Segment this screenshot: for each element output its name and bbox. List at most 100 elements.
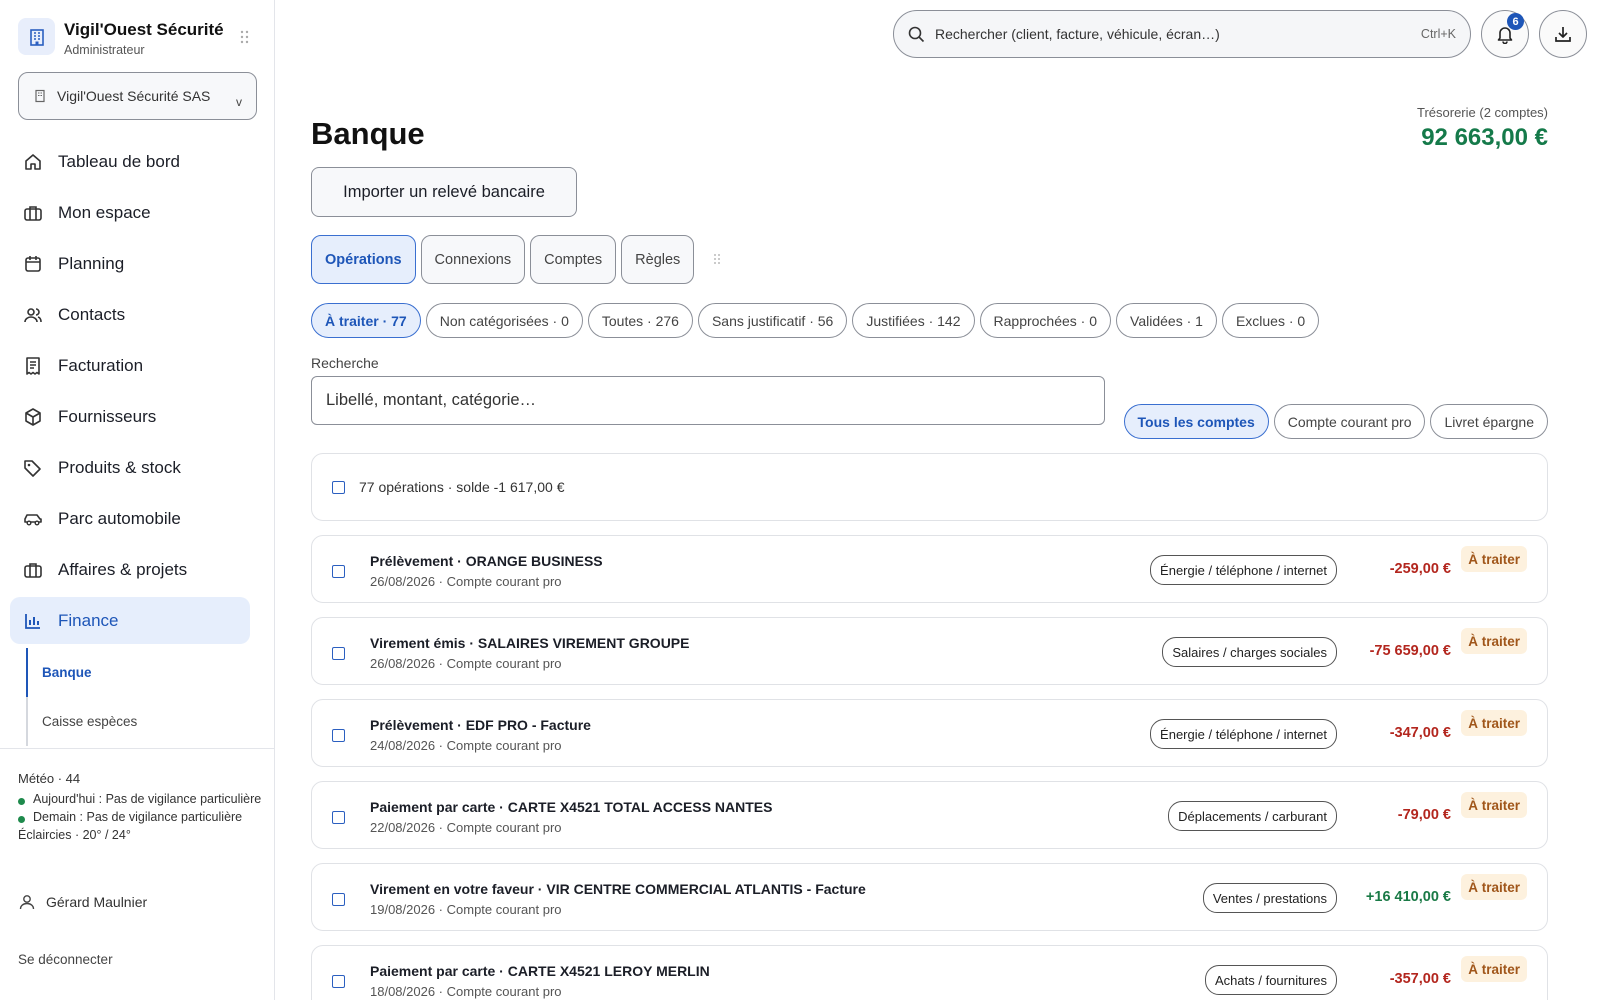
subnav-item-caisse-especes[interactable]: Caisse espèces xyxy=(28,697,246,746)
selection-summary: 77 opérations · solde -1 617,00 € xyxy=(311,453,1548,521)
global-search[interactable]: Rechercher (client, facture, véhicule, é… xyxy=(893,10,1471,58)
transaction-row[interactable]: Paiement par carte · CARTE X4521 LEROY M… xyxy=(311,945,1548,1000)
tab-comptes[interactable]: Comptes xyxy=(530,235,617,284)
transaction-amount: -75 659,00 € xyxy=(1369,643,1451,659)
brand: Vigil'Ouest Sécurité Administrateur xyxy=(18,18,258,60)
tab-regles[interactable]: Règles xyxy=(621,235,695,284)
subnav-item-banque[interactable]: Banque xyxy=(26,648,246,697)
select-all-checkbox[interactable] xyxy=(332,480,345,494)
row-checkbox[interactable] xyxy=(332,975,345,988)
nav-item-facturation[interactable]: Facturation xyxy=(10,342,250,389)
home-icon xyxy=(22,151,44,173)
filter-rapprochees[interactable]: Rapprochées · 0 xyxy=(979,303,1112,338)
summary-text: 77 opérations · solde -1 617,00 € xyxy=(359,479,565,495)
company-select[interactable]: Vigil'Ouest Sécurité SAS v xyxy=(18,72,257,120)
user-profile[interactable]: Gérard Maulnier xyxy=(18,893,147,911)
row-checkbox[interactable] xyxy=(332,811,345,824)
download-icon xyxy=(1553,24,1573,44)
transaction-meta: 22/08/2026 · Compte courant pro xyxy=(370,820,562,835)
row-checkbox[interactable] xyxy=(332,565,345,578)
weather-widget: Météo · 44 Aujourd'hui : Pas de vigilanc… xyxy=(18,770,263,844)
import-statement-button[interactable]: Importer un relevé bancaire xyxy=(311,167,577,217)
transaction-label: Paiement par carte · CARTE X4521 TOTAL A… xyxy=(370,799,773,815)
category-pill[interactable]: Salaires / charges sociales xyxy=(1162,637,1337,667)
tab-connexions[interactable]: Connexions xyxy=(420,235,526,284)
filter-a-traiter[interactable]: À traiter · 77 xyxy=(311,303,421,338)
category-pill[interactable]: Ventes / prestations xyxy=(1202,883,1337,913)
drag-handle-icon[interactable] xyxy=(240,30,252,44)
global-search-placeholder: Rechercher (client, facture, véhicule, é… xyxy=(935,26,1220,42)
status-badge: À traiter xyxy=(1461,792,1527,818)
nav-item-fournisseurs[interactable]: Fournisseurs xyxy=(10,393,250,440)
category-pill[interactable]: Déplacements / carburant xyxy=(1168,801,1337,831)
drag-handle-icon[interactable] xyxy=(713,253,723,267)
status-filters: À traiter · 77 Non catégorisées · 0 Tout… xyxy=(311,303,1324,338)
nav-item-parc-automobile[interactable]: Parc automobile xyxy=(10,495,250,542)
nav-item-tableau-de-bord[interactable]: Tableau de bord xyxy=(10,138,250,185)
nav-item-label: Mon espace xyxy=(58,202,151,222)
transaction-label: Prélèvement · EDF PRO - Facture xyxy=(370,717,591,733)
tab-operations[interactable]: Opérations xyxy=(311,235,416,284)
nav-item-affaires-projets[interactable]: Affaires & projets xyxy=(10,546,250,593)
row-checkbox[interactable] xyxy=(332,893,345,906)
transaction-amount: +16 410,00 € xyxy=(1365,889,1451,905)
finance-subnav: Banque Caisse espèces xyxy=(26,648,246,746)
sidebar-divider xyxy=(0,748,274,749)
nav-item-label: Contacts xyxy=(58,304,126,324)
row-checkbox[interactable] xyxy=(332,647,345,660)
notifications-button[interactable]: 6 xyxy=(1481,10,1529,58)
transaction-row[interactable]: Paiement par carte · CARTE X4521 TOTAL A… xyxy=(311,781,1548,849)
transaction-row[interactable]: Virement émis · SALAIRES VIREMENT GROUPE… xyxy=(311,617,1548,685)
download-button[interactable] xyxy=(1539,10,1587,58)
receipt-icon xyxy=(22,355,44,377)
filter-sans-justificatif[interactable]: Sans justificatif · 56 xyxy=(697,303,848,338)
weather-tomorrow: Demain : Pas de vigilance particulière xyxy=(18,808,263,826)
weather-today: Aujourd'hui : Pas de vigilance particuli… xyxy=(18,790,263,808)
filter-livret-epargne[interactable]: Livret épargne xyxy=(1430,404,1548,439)
nav-item-planning[interactable]: Planning xyxy=(10,240,250,287)
transaction-meta: 26/08/2026 · Compte courant pro xyxy=(370,574,562,589)
filter-validees[interactable]: Validées · 1 xyxy=(1116,303,1217,338)
category-pill[interactable]: Énergie / téléphone / internet xyxy=(1150,555,1337,585)
tag-icon xyxy=(22,457,44,479)
nav-item-finance[interactable]: Finance xyxy=(10,597,250,644)
search-shortcut: Ctrl+K xyxy=(1420,27,1456,41)
category-pill[interactable]: Achats / fournitures xyxy=(1205,965,1337,995)
nav-item-produits-stock[interactable]: Produits & stock xyxy=(10,444,250,491)
filter-justifiees[interactable]: Justifiées · 142 xyxy=(852,303,975,338)
category-pill[interactable]: Énergie / téléphone / internet xyxy=(1150,719,1337,749)
building-icon xyxy=(18,18,55,55)
filter-toutes[interactable]: Toutes · 276 xyxy=(587,303,693,338)
car-icon xyxy=(22,508,44,530)
transaction-meta: 24/08/2026 · Compte courant pro xyxy=(370,738,562,753)
chevron-down-icon: v xyxy=(236,95,242,109)
transaction-row[interactable]: Virement en votre faveur · VIR CENTRE CO… xyxy=(311,863,1548,931)
transaction-row[interactable]: Prélèvement · EDF PRO - Facture 24/08/20… xyxy=(311,699,1548,767)
nav-item-label: Finance xyxy=(58,610,119,630)
transaction-row[interactable]: Prélèvement · ORANGE BUSINESS 26/08/2026… xyxy=(311,535,1548,603)
nav-item-contacts[interactable]: Contacts xyxy=(10,291,250,338)
status-dot xyxy=(18,798,25,805)
nav-item-label: Planning xyxy=(58,253,125,273)
search-label: Recherche xyxy=(311,355,379,371)
transaction-label: Paiement par carte · CARTE X4521 LEROY M… xyxy=(370,963,710,979)
transaction-amount: -357,00 € xyxy=(1389,971,1451,987)
weather-today-text: Aujourd'hui : Pas de vigilance particuli… xyxy=(33,792,262,806)
nav-item-mon-espace[interactable]: Mon espace xyxy=(10,189,250,236)
filter-tous-les-comptes[interactable]: Tous les comptes xyxy=(1123,404,1269,439)
calendar-icon xyxy=(22,253,44,275)
briefcase-icon xyxy=(22,559,44,581)
filter-non-categorisees[interactable]: Non catégorisées · 0 xyxy=(425,303,583,338)
filter-exclues[interactable]: Exclues · 0 xyxy=(1221,303,1320,338)
brand-name: Vigil'Ouest Sécurité xyxy=(64,20,224,39)
logout-link[interactable]: Se déconnecter xyxy=(18,952,113,967)
bar-chart-icon xyxy=(22,610,44,632)
filter-compte-courant-pro[interactable]: Compte courant pro xyxy=(1273,404,1426,439)
main-nav: Tableau de bord Mon espace Planning Cont… xyxy=(10,138,250,648)
operations-search-input[interactable]: Libellé, montant, catégorie… xyxy=(311,376,1105,425)
building-icon xyxy=(33,89,47,103)
search-icon xyxy=(908,26,925,43)
nav-item-label: Parc automobile xyxy=(58,508,181,528)
row-checkbox[interactable] xyxy=(332,729,345,742)
box-icon xyxy=(22,406,44,428)
